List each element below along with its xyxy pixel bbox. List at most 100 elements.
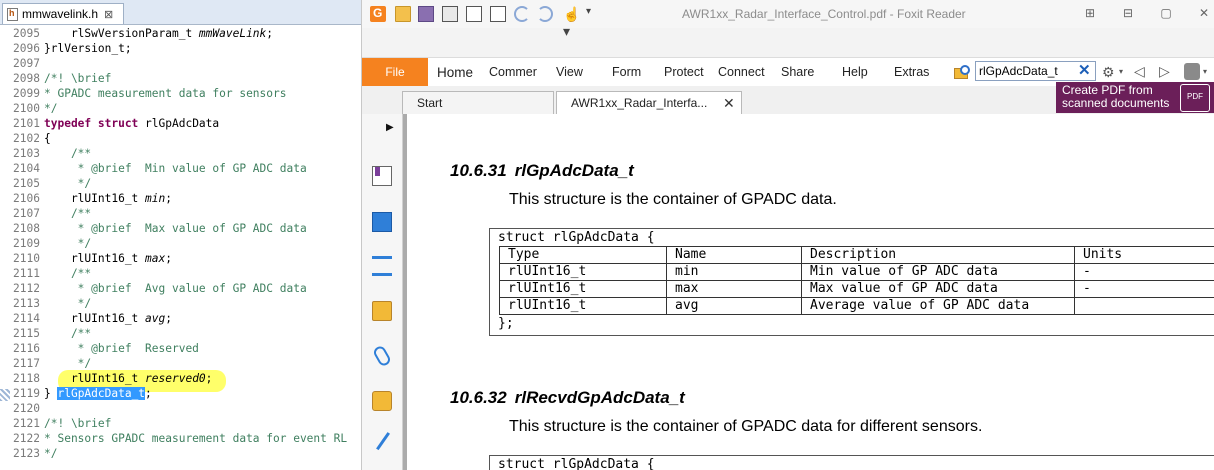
code-token: */	[44, 357, 92, 370]
code-line[interactable]: 2119} rlGpAdcData_t;	[0, 386, 361, 401]
layout-icon[interactable]: ⊞	[1082, 6, 1098, 20]
menu-extras[interactable]: Extras	[894, 58, 929, 87]
code-line[interactable]: 2118 rlUInt16_t reserved0;	[0, 371, 361, 386]
menu-protect[interactable]: Protect	[664, 58, 704, 87]
find-folder-icon[interactable]	[953, 64, 970, 80]
table-row: rlUInt16_t avg Average value of GP ADC dat…	[499, 297, 1214, 315]
code-line[interactable]: 2121 /*! \brief	[0, 416, 361, 431]
bookmark-icon[interactable]	[372, 166, 392, 186]
menu-view[interactable]: View	[556, 58, 583, 87]
line-number: 2123	[13, 447, 40, 460]
code-line[interactable]: 2103 /**	[0, 146, 361, 161]
table-header-cell: Units	[1074, 246, 1214, 264]
code-token: rlGpAdcData	[145, 117, 220, 130]
layers-icon[interactable]	[372, 256, 392, 276]
attachment-icon[interactable]	[371, 344, 393, 368]
foxit-logo-icon[interactable]	[370, 6, 386, 22]
line-number: 2097	[13, 57, 40, 70]
file-menu-button[interactable]: File	[362, 58, 428, 87]
sign-pen-icon[interactable]	[376, 432, 404, 460]
menu-home[interactable]: Home	[437, 58, 473, 87]
code-line[interactable]: 2096}rlVersion_t;	[0, 41, 361, 56]
section-heading-10-6-31: 10.6.31 rlGpAdcData_t	[450, 161, 634, 180]
code-token: typedef struct	[44, 117, 146, 130]
search-input[interactable]	[979, 63, 1075, 79]
editor-tab-mmwavelink[interactable]: mmwavelink.h ⊠	[2, 3, 124, 24]
search-clear-icon[interactable]: ✕	[1078, 61, 1091, 79]
code-line[interactable]: 2117 */	[0, 356, 361, 371]
code-token: */	[44, 237, 92, 250]
user-dropdown-icon[interactable]: ▾	[1203, 67, 1207, 76]
line-number: 2107	[13, 207, 40, 220]
code-token: * @brief Min value of GP ADC data	[44, 162, 307, 175]
code-line[interactable]: 2098 /*! \brief	[0, 71, 361, 86]
code-line[interactable]: 2105 */	[0, 176, 361, 191]
previous-result-icon[interactable]: ◁	[1134, 63, 1145, 80]
minimize-button[interactable]: ⊟	[1120, 6, 1136, 20]
code-line[interactable]: 2111 /**	[0, 266, 361, 281]
editor-tab-close-icon[interactable]: ⊠	[104, 8, 113, 21]
code-token: }rlVersion_t;	[44, 42, 132, 55]
menu-help[interactable]: Help	[842, 58, 868, 87]
code-line[interactable]: 2104 * @brief Min value of GP ADC data	[0, 161, 361, 176]
code-line[interactable]: 2095 rlSwVersionParam_t mmWaveLink;	[0, 26, 361, 41]
close-tab-icon[interactable]: ✕	[723, 92, 735, 114]
create-pdf-banner[interactable]: Create PDF from scanned documents PDF	[1056, 82, 1214, 113]
code-line[interactable]: 2114 rlUInt16_t avg;	[0, 311, 361, 326]
gear-icon[interactable]: ⚙	[1102, 64, 1115, 81]
code-token: ;	[165, 252, 173, 265]
code-line[interactable]: 2112 * @brief Avg value of GP ADC data	[0, 281, 361, 296]
document-view[interactable]: 10.6.31 rlGpAdcData_t This structure is t…	[403, 114, 1214, 470]
properties-icon[interactable]	[466, 6, 482, 22]
code-line[interactable]: 2109 */	[0, 236, 361, 251]
lock-icon[interactable]	[372, 391, 392, 411]
chevron-down-icon[interactable]: ▾	[1119, 67, 1123, 76]
code-line[interactable]: 2102 {	[0, 131, 361, 146]
code-line[interactable]: 2115 /**	[0, 326, 361, 341]
code-line[interactable]: 2107 /**	[0, 206, 361, 221]
code-editor-pane[interactable]: mmwavelink.h ⊠ 2095 rlSwVersionParam_t m…	[0, 0, 362, 470]
code-line[interactable]: 2123 */	[0, 446, 361, 461]
menu-share[interactable]: Share	[781, 58, 814, 87]
expand-panel-icon[interactable]: ▶	[386, 122, 394, 133]
print-icon[interactable]	[442, 6, 458, 22]
search-box[interactable]: ✕	[975, 61, 1096, 81]
code-line[interactable]: 2099 * GPADC measurement data for sensors	[0, 86, 361, 101]
code-line[interactable]: 2122 * Sensors GPADC measurement data for…	[0, 431, 361, 446]
code-line[interactable]: 2106 rlUInt16_t min;	[0, 191, 361, 206]
undo-icon[interactable]	[514, 6, 530, 22]
next-result-icon[interactable]: ▷	[1159, 63, 1170, 80]
menu-form[interactable]: Form	[612, 58, 641, 87]
menu-commer[interactable]: Commer	[489, 58, 537, 87]
code-line[interactable]: 2110 rlUInt16_t max;	[0, 251, 361, 266]
fields-table: Type Name Description Units rlUInt16_t min Min…	[499, 246, 1214, 315]
tab-start[interactable]: Start	[402, 91, 554, 114]
line-number: 2114	[13, 312, 40, 325]
code-line[interactable]: 2101 typedef struct rlGpAdcData	[0, 116, 361, 131]
tab-document[interactable]: AWR1xx_Radar_Interfa... ✕	[556, 91, 742, 114]
open-folder-icon[interactable]	[395, 6, 411, 22]
code-line[interactable]: 2097	[0, 56, 361, 71]
pages-icon[interactable]	[372, 212, 392, 232]
user-account-icon[interactable]	[1184, 63, 1200, 80]
line-number: 2102	[13, 132, 40, 145]
close-window-button[interactable]: ✕	[1196, 6, 1212, 20]
hand-tool-icon[interactable]: ☝▾	[563, 6, 580, 39]
code-line[interactable]: 2116 * @brief Reserved	[0, 341, 361, 356]
save-icon[interactable]	[418, 6, 434, 22]
menu-connect[interactable]: Connect	[718, 58, 765, 87]
table-cell	[1074, 297, 1214, 315]
code-line[interactable]: 2100 */	[0, 101, 361, 116]
quick-access-more-icon[interactable]: ▾	[586, 6, 591, 17]
comments-icon[interactable]	[372, 301, 392, 321]
code-line[interactable]: 2120	[0, 401, 361, 416]
code-area[interactable]: 2095 rlSwVersionParam_t mmWaveLink; 2096}…	[0, 26, 361, 461]
code-token: rlUInt16_t	[44, 312, 146, 325]
code-line[interactable]: 2113 */	[0, 296, 361, 311]
code-line[interactable]: 2108 * @brief Max value of GP ADC data	[0, 221, 361, 236]
struct-code-box: struct rlGpAdcData {	[489, 455, 1214, 470]
maximize-button[interactable]: ▢	[1158, 6, 1174, 20]
redo-icon[interactable]	[537, 6, 553, 22]
line-number: 2108	[13, 222, 40, 235]
email-icon[interactable]	[490, 6, 506, 22]
